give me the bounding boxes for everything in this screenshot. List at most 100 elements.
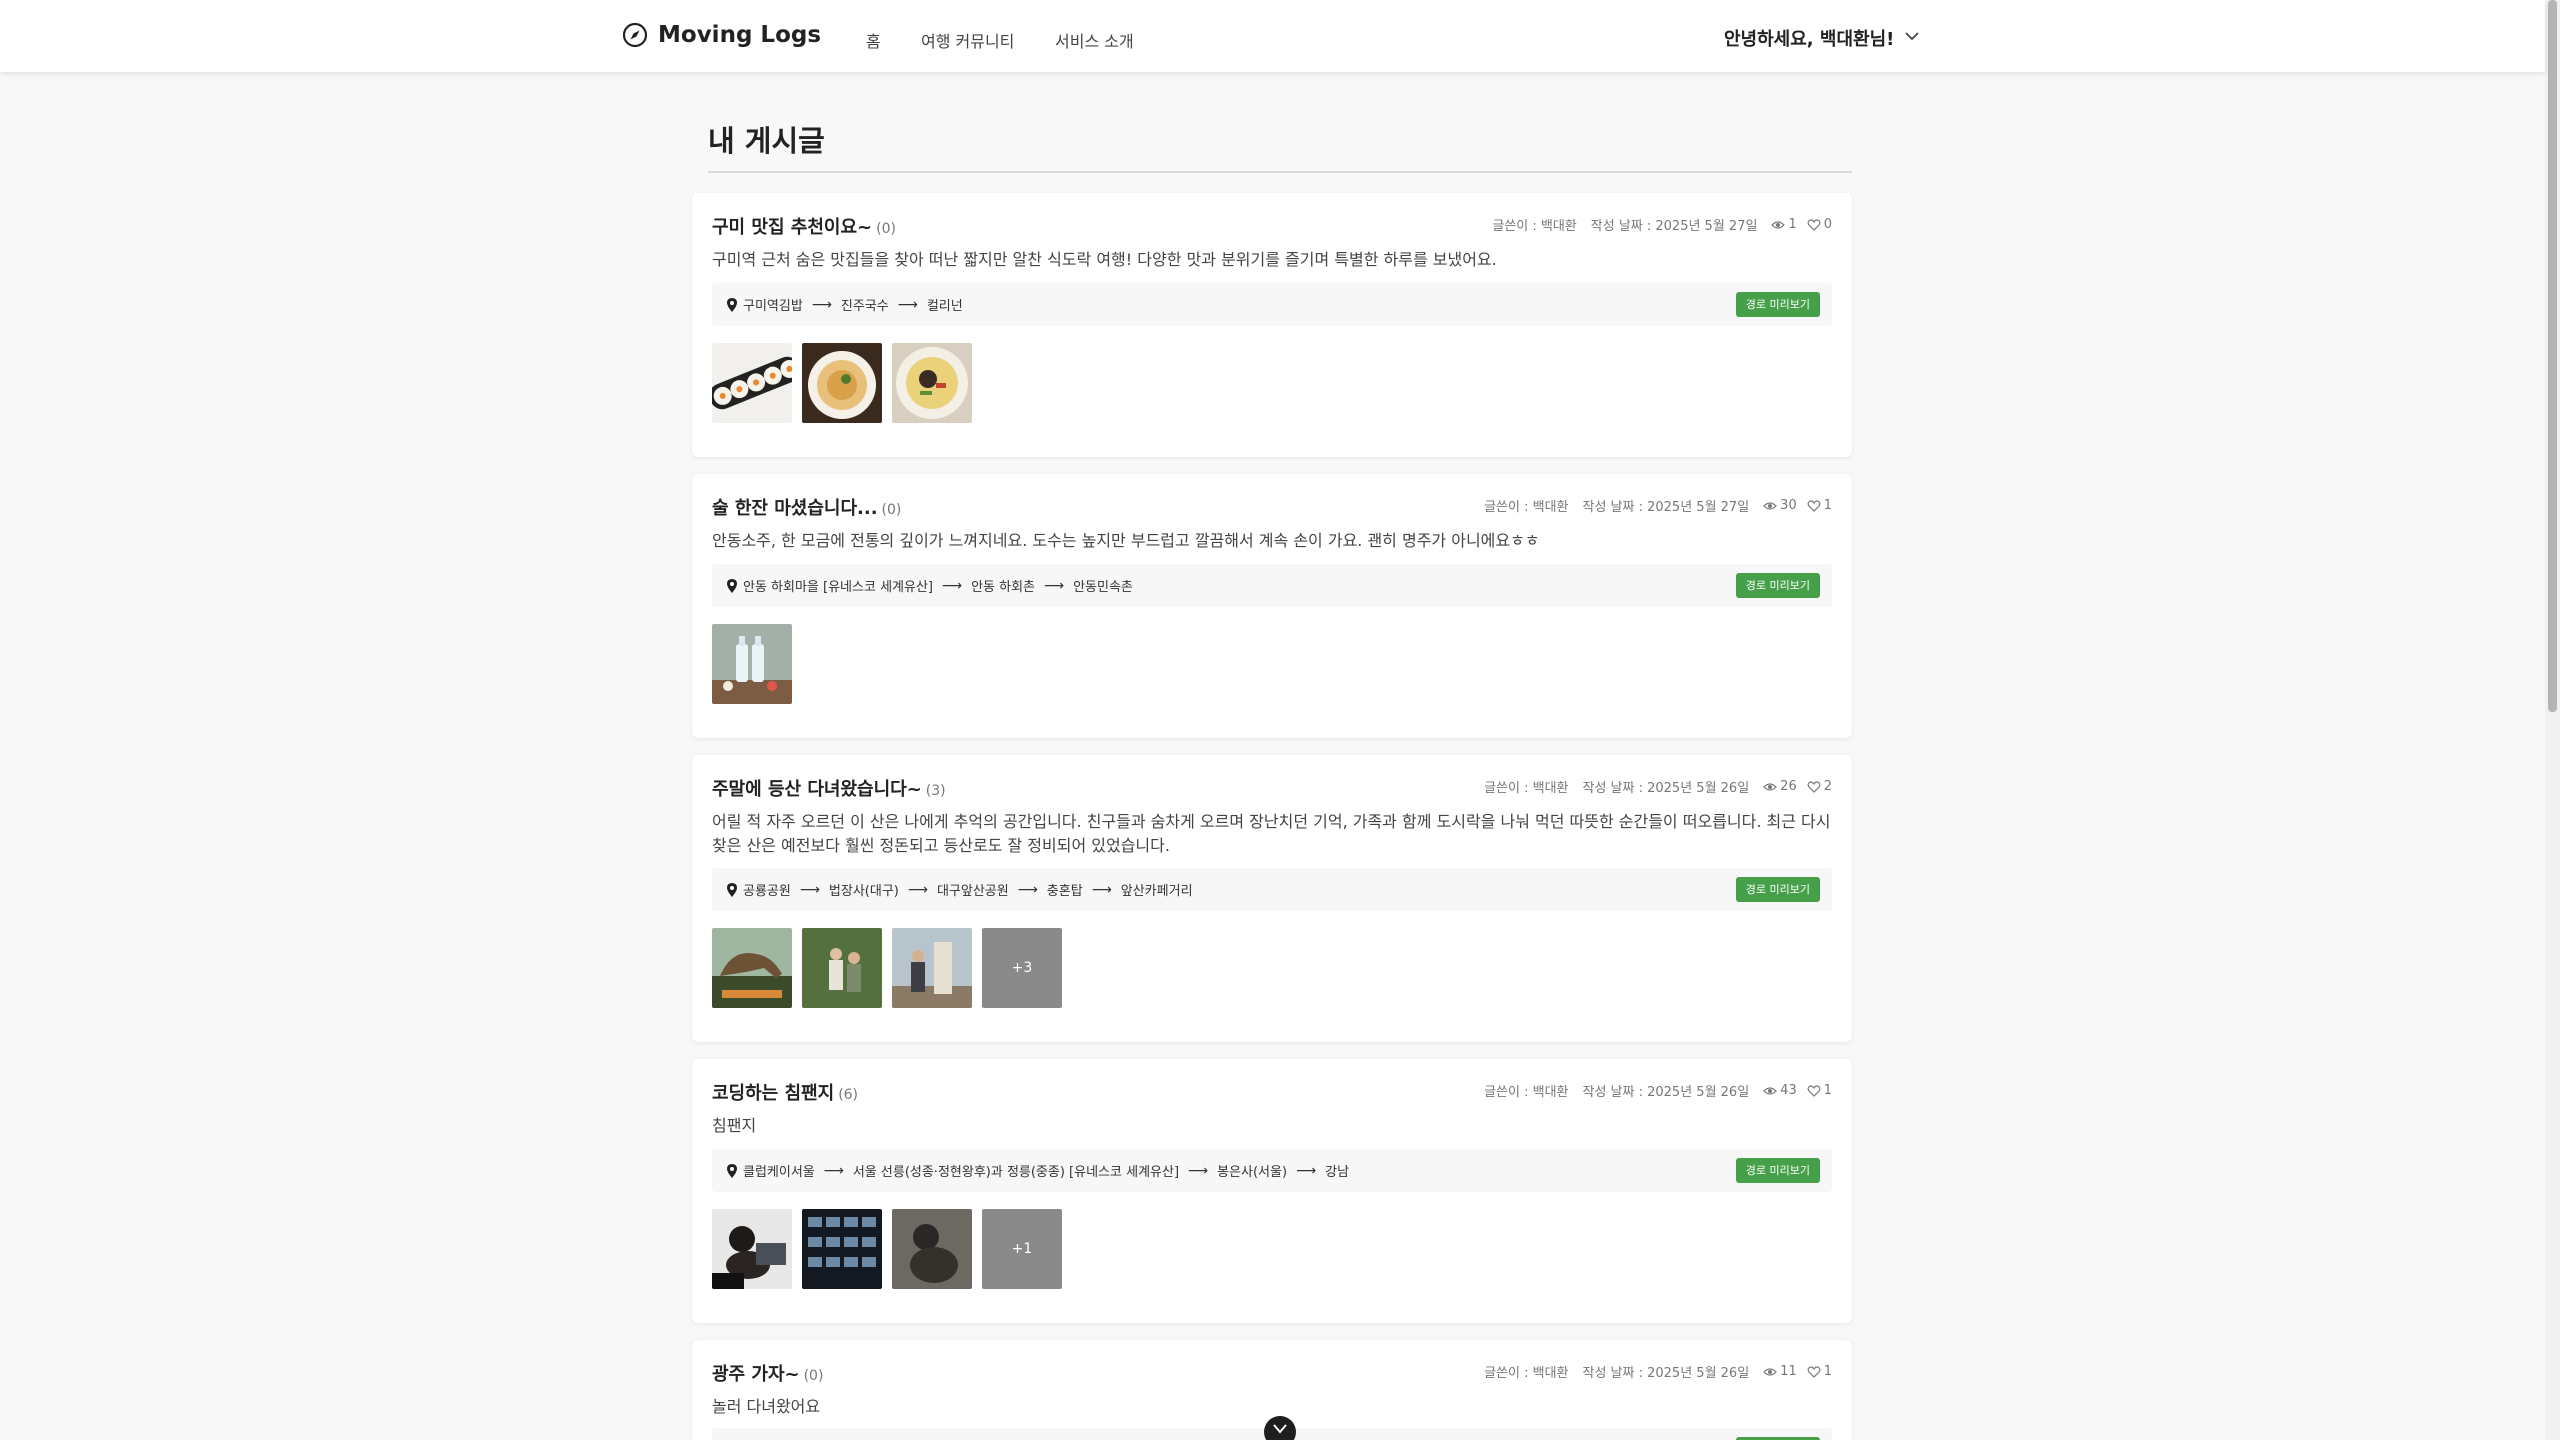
post-title[interactable]: 주말에 등산 다녀왔습니다~ (3)	[712, 775, 946, 801]
route-stop: 안동민속촌	[1073, 580, 1133, 595]
arrow-right-icon: ⟶	[811, 296, 832, 313]
post-meta: 글쓴이 : 백대환 작성 날짜 : 2025년 5월 26일 26 2	[1484, 777, 1832, 796]
route-stops: 클럽케이서울 ⟶ 서울 선릉(성종·정현왕후)과 정릉(중종) [유네스코 세계유산…	[726, 1161, 1349, 1180]
view-count: 26	[1780, 779, 1797, 794]
route-stop: 컬리넌	[926, 299, 963, 314]
route-preview-button[interactable]: 경로 미리보기	[1735, 573, 1820, 598]
route-bar: 공룡공원 ⟶ 법장사(대구) ⟶ 대구앞산공원 ⟶ 충혼탑 ⟶ 앞산카페거리 경로 미리보기	[712, 868, 1832, 911]
comment-count: (0)	[881, 502, 902, 518]
post-title[interactable]: 광주 가자~ (0)	[712, 1360, 823, 1386]
route-stops: 안동 하회마을 [유네스코 세계유산] ⟶ 안동 하회촌 ⟶ 안동민속촌	[726, 576, 1133, 595]
post-description: 놀러 다녀왔어요	[712, 1397, 821, 1416]
route-stops: 공룡공원 ⟶ 법장사(대구) ⟶ 대구앞산공원 ⟶ 충혼탑 ⟶ 앞산카페거리	[726, 880, 1193, 899]
route-bar: 안동 하회마을 [유네스코 세계유산] ⟶ 안동 하회촌 ⟶ 안동민속촌 경로 미리보기	[712, 564, 1832, 607]
eye-icon	[1763, 1367, 1778, 1376]
nav-service-intro[interactable]: 서비스 소개	[1055, 28, 1134, 52]
post-author: 글쓴이 : 백대환	[1484, 1085, 1569, 1100]
scroll-down-button[interactable]	[1264, 1416, 1296, 1440]
post-card[interactable]: 코딩하는 침팬지 (6) 글쓴이 : 백대환 작성 날짜 : 2025년 5월 26일…	[692, 1059, 1852, 1323]
post-card[interactable]: 구미 맛집 추천이요~ (0) 글쓴이 : 백대환 작성 날짜 : 2025년 5월 …	[692, 193, 1852, 457]
more-photos-tile[interactable]: +3	[982, 928, 1062, 1008]
route-stop: 대구앞산공원	[936, 884, 1009, 899]
thumbnail-summit-stone[interactable]	[892, 928, 972, 1008]
route-stop: 클럽케이서울	[743, 1165, 815, 1180]
post-title-text: 술 한잔 마셨습니다...	[712, 498, 878, 519]
eye-icon	[1763, 1086, 1778, 1095]
thumbnail-soju-bottles[interactable]	[712, 624, 792, 704]
thumbnail-screen-grid[interactable]	[802, 1209, 882, 1289]
arrow-right-icon: ⟶	[1296, 1162, 1317, 1179]
post-description: 안동소주, 한 모금에 전통의 깊이가 느껴지네요. 도수는 높지만 부드럽고 …	[712, 531, 1540, 550]
route-bar: 구미역김밥 ⟶ 진주국수 ⟶ 컬리넌 경로 미리보기	[712, 283, 1832, 326]
thumbnail-dinosaur-statue[interactable]	[712, 928, 792, 1008]
route-stop: 충혼탑	[1046, 884, 1083, 899]
arrow-right-icon: ⟶	[1017, 881, 1038, 898]
arrow-right-icon: ⟶	[1091, 881, 1112, 898]
thumbnail-noodle-bowl[interactable]	[802, 343, 882, 423]
arrow-right-icon: ⟶	[897, 296, 918, 313]
post-title[interactable]: 술 한잔 마셨습니다... (0)	[712, 494, 901, 520]
map-pin-icon	[727, 297, 737, 312]
post-card[interactable]: 주말에 등산 다녀왔습니다~ (3) 글쓴이 : 백대환 작성 날짜 : 2025년 …	[692, 755, 1852, 1042]
chevron-down-icon[interactable]	[1903, 27, 1921, 45]
route-stop: 법장사(대구)	[828, 884, 899, 899]
route-stop: 서울 선릉(성종·정현왕후)과 정릉(중종) [유네스코 세계유산]	[852, 1165, 1180, 1180]
nav-home[interactable]: 홈	[866, 28, 881, 52]
post-title-text: 구미 맛집 추천이요~	[712, 217, 873, 238]
scrollbar-thumb[interactable]	[2548, 0, 2557, 712]
post-title[interactable]: 코딩하는 침팬지 (6)	[712, 1079, 858, 1105]
post-title-text: 광주 가자~	[712, 1364, 800, 1385]
thumbnail-hikers[interactable]	[802, 928, 882, 1008]
thumbnail-kimbap[interactable]	[712, 343, 792, 423]
route-stop: 안동 하회촌	[971, 580, 1035, 595]
like-count: 1	[1823, 498, 1832, 513]
heart-icon	[1807, 1084, 1821, 1097]
route-preview-button[interactable]: 경로 미리보기	[1735, 877, 1820, 902]
comment-count: (6)	[838, 1087, 859, 1103]
post-meta: 글쓴이 : 백대환 작성 날짜 : 2025년 5월 27일 1 0	[1492, 215, 1832, 234]
post-meta: 글쓴이 : 백대환 작성 날짜 : 2025년 5월 27일 30 1	[1484, 496, 1832, 515]
thumbnail-cold-noodles[interactable]	[892, 343, 972, 423]
comment-count: (3)	[925, 783, 946, 799]
route-stop: 강남	[1325, 1165, 1350, 1180]
more-photos-tile[interactable]: +1	[982, 1209, 1062, 1289]
route-preview-button[interactable]: 경로 미리보기	[1735, 292, 1820, 317]
post-description: 구미역 근처 숨은 맛집들을 찾아 떠난 짧지만 알찬 식도락 여행! 다양한 …	[712, 250, 1497, 269]
thumbnail-chimp-sitting[interactable]	[892, 1209, 972, 1289]
heart-icon	[1807, 1365, 1821, 1378]
view-count: 30	[1780, 498, 1797, 513]
comment-count: (0)	[876, 221, 896, 237]
post-card[interactable]: 술 한잔 마셨습니다... (0) 글쓴이 : 백대환 작성 날짜 : 2025년 5…	[692, 474, 1852, 738]
route-stop: 구미역김밥	[743, 299, 803, 314]
post-title-text: 코딩하는 침팬지	[712, 1083, 835, 1104]
user-greeting[interactable]: 안녕하세요, 백대환님!	[1724, 25, 1894, 51]
chevron-down-icon	[1273, 1424, 1287, 1434]
thumbnail-row: +3	[712, 928, 1072, 1008]
route-preview-button[interactable]: 경로 미리보기	[1735, 1158, 1820, 1183]
post-date: 작성 날짜 : 2025년 5월 27일	[1590, 219, 1758, 234]
route-bar: 클럽케이서울 ⟶ 서울 선릉(성종·정현왕후)과 정릉(중종) [유네스코 세계유산…	[712, 1149, 1832, 1192]
nav-travel-community[interactable]: 여행 커뮤니티	[921, 28, 1014, 52]
thumbnail-chimp-laptop[interactable]	[712, 1209, 792, 1289]
post-date: 작성 날짜 : 2025년 5월 26일	[1582, 1085, 1750, 1100]
route-stop: 앞산카페거리	[1120, 884, 1193, 899]
comment-count: (0)	[803, 1368, 824, 1384]
route-stops: 구미역김밥 ⟶ 진주국수 ⟶ 컬리넌	[726, 295, 963, 314]
route-stop: 봉은사(서울)	[1217, 1165, 1288, 1180]
route-stop: 공룡공원	[743, 884, 791, 899]
route-stop: 진주국수	[840, 299, 889, 314]
eye-icon	[1763, 782, 1778, 791]
view-count: 1	[1788, 217, 1797, 232]
post-title[interactable]: 구미 맛집 추천이요~ (0)	[712, 213, 896, 239]
arrow-right-icon: ⟶	[799, 881, 820, 898]
logo[interactable]: Moving Logs	[622, 22, 821, 48]
post-author: 글쓴이 : 백대환	[1484, 500, 1569, 515]
like-count: 1	[1823, 1364, 1832, 1379]
post-description: 침팬지	[712, 1116, 757, 1135]
arrow-right-icon: ⟶	[941, 577, 963, 594]
post-title-text: 주말에 등산 다녀왔습니다~	[712, 779, 922, 800]
eye-icon	[1763, 501, 1778, 510]
divider	[708, 171, 1852, 173]
map-pin-icon	[727, 882, 737, 897]
arrow-right-icon: ⟶	[1044, 577, 1065, 594]
